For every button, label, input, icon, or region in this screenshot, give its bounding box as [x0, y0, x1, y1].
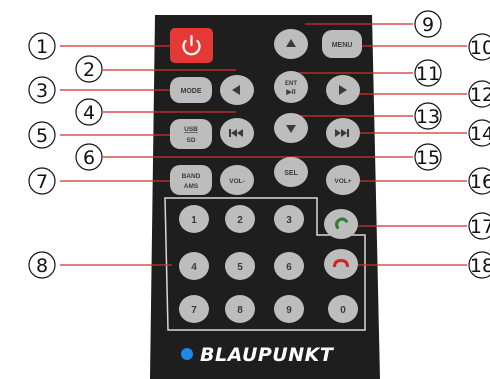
keypad-key-4-label: 4: [191, 262, 197, 273]
vol-minus-label: VOL-: [229, 178, 245, 185]
callout-12: 12: [470, 84, 490, 106]
usb-sd-button[interactable]: [170, 119, 212, 149]
callout-15: 15: [416, 147, 440, 169]
mode-button-label: MODE: [181, 88, 202, 95]
callout-14: 14: [470, 123, 490, 145]
callout-7: 7: [36, 171, 48, 193]
band-ams-button[interactable]: [170, 165, 212, 195]
keypad-key-0-label: 0: [340, 305, 346, 316]
ent-button-play-pause: ▶II: [285, 89, 295, 96]
sel-button-label: SEL: [284, 170, 298, 177]
keypad-key-7-label: 7: [191, 305, 197, 316]
call-answer-button[interactable]: [324, 209, 358, 239]
sd-button-label: SD: [186, 137, 195, 144]
callout-10: 10: [470, 37, 490, 59]
remote-diagram: MENU MODE ENT ▶II USB SD BAND AMS VOL- S…: [28, 10, 490, 379]
menu-button-label: MENU: [332, 42, 353, 49]
callout-8: 8: [36, 255, 48, 277]
ent-button[interactable]: [274, 71, 308, 103]
callout-11: 11: [416, 63, 440, 85]
callout-1: 1: [36, 36, 48, 58]
call-end-button[interactable]: [324, 249, 358, 279]
callout-18: 18: [470, 255, 490, 277]
callout-17: 17: [470, 216, 490, 238]
brand-dot: [181, 348, 193, 360]
keypad-key-9-label: 9: [286, 305, 292, 316]
callout-3: 3: [36, 80, 48, 102]
brand-logo: BLAUPUNKT: [200, 344, 335, 366]
keypad-key-5-label: 5: [237, 262, 243, 273]
vol-plus-label: VOL+: [334, 178, 351, 185]
usb-button-label: USB: [184, 126, 198, 133]
keypad-key-6-label: 6: [286, 262, 292, 273]
ams-button-label: AMS: [184, 183, 199, 190]
band-button-label: BAND: [182, 173, 201, 180]
callout-16: 16: [470, 171, 490, 193]
callout-4: 4: [83, 102, 95, 124]
callout-6: 6: [83, 147, 95, 169]
callout-5: 5: [36, 125, 48, 147]
callout-13: 13: [416, 106, 440, 128]
keypad-key-2-label: 2: [237, 215, 243, 226]
ent-button-label: ENT: [285, 81, 297, 87]
keypad-key-1-label: 1: [191, 215, 197, 226]
callout-2: 2: [83, 59, 95, 81]
callout-9: 9: [422, 14, 434, 36]
keypad-key-3-label: 3: [286, 215, 292, 226]
keypad-key-8-label: 8: [237, 305, 243, 316]
